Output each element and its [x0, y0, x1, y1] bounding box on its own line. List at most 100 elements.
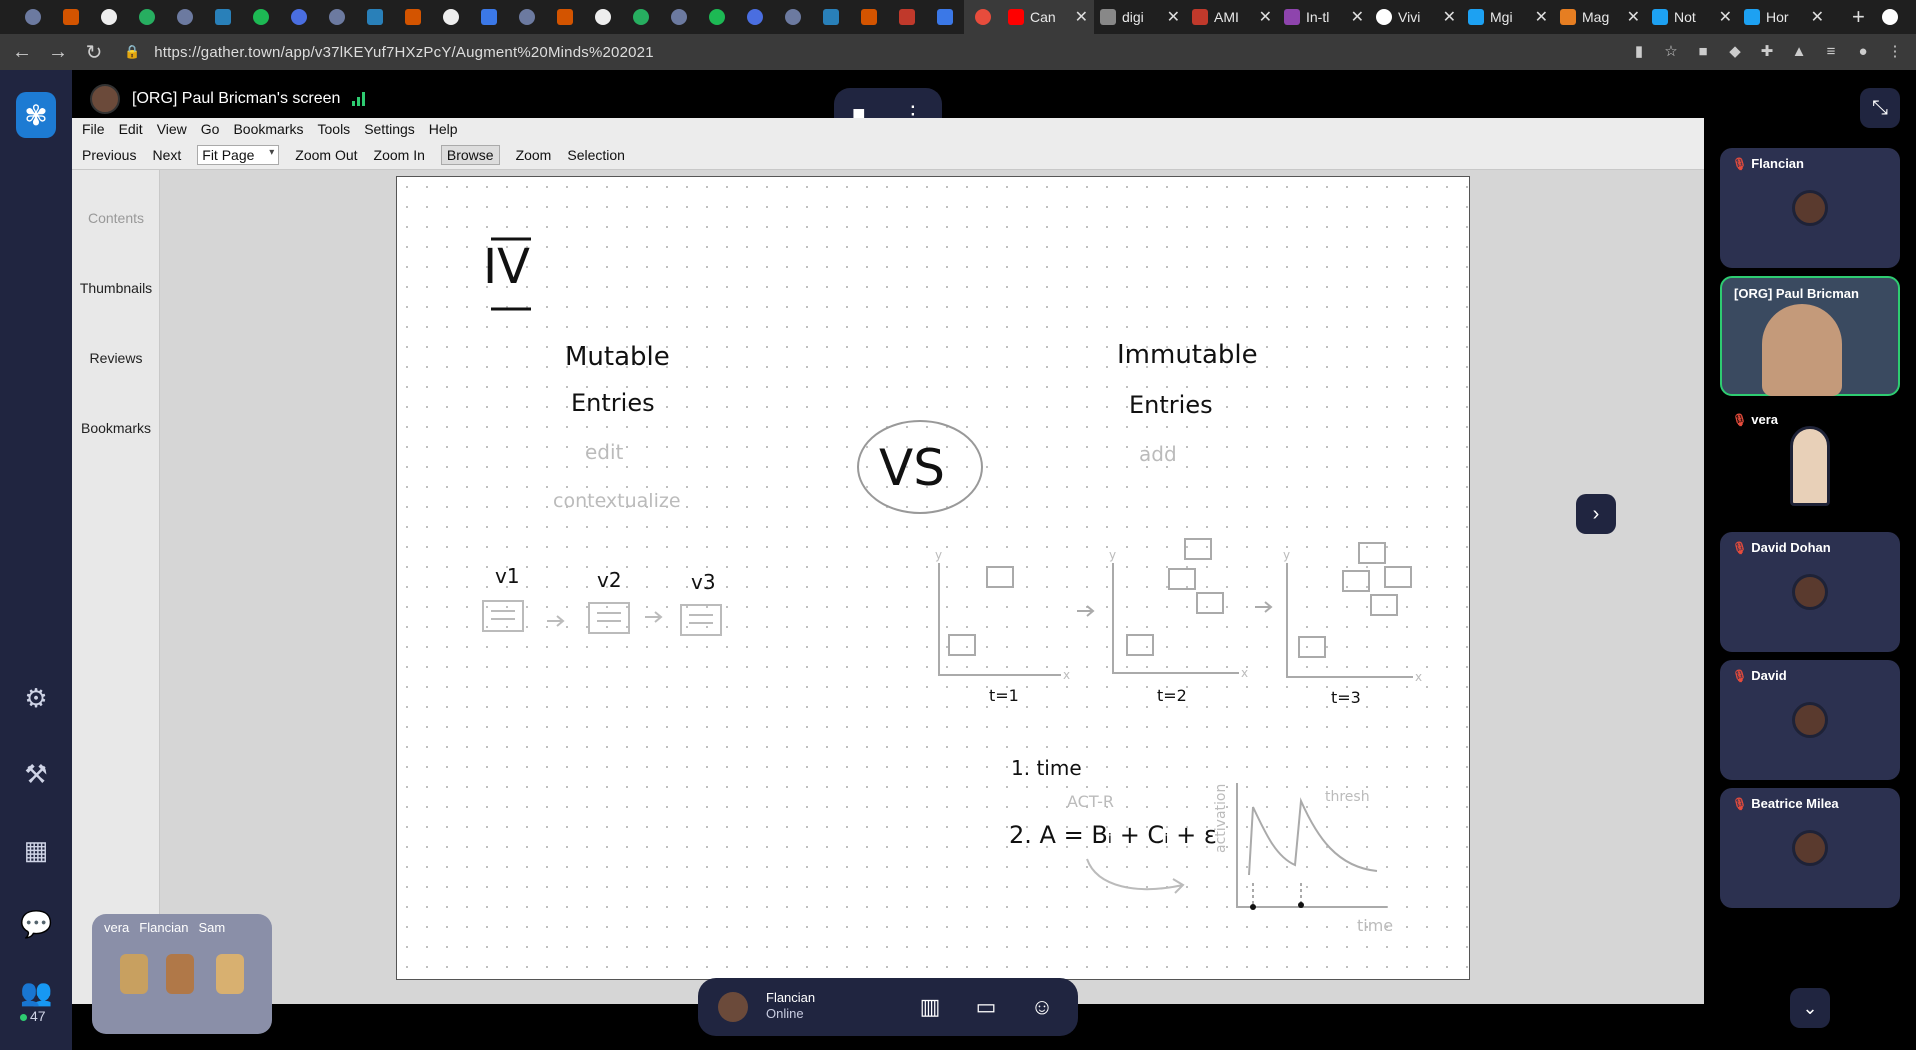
back-arrow-icon[interactable]: ← — [8, 41, 36, 64]
menu-bookmarks[interactable]: Bookmarks — [233, 121, 303, 137]
pinned-tab[interactable] — [318, 0, 356, 34]
emoji-icon[interactable]: ☺ — [1028, 993, 1056, 1021]
pinned-tab[interactable] — [280, 0, 318, 34]
puzzle-icon[interactable]: ✚ — [1758, 43, 1776, 61]
pinned-tab[interactable] — [356, 0, 394, 34]
minimize-screen-button[interactable]: ⤡ — [1860, 88, 1900, 128]
star-icon[interactable]: ☆ — [1662, 43, 1680, 61]
playlist-icon[interactable]: ≡ — [1822, 43, 1840, 61]
gather-logo-icon[interactable]: ✾ — [16, 92, 56, 138]
browser-tab[interactable]: Mgi ✕ — [1462, 0, 1554, 34]
pinned-tab[interactable] — [812, 0, 850, 34]
close-icon[interactable]: ✕ — [1719, 7, 1732, 27]
calendar-icon[interactable]: ▦ — [20, 834, 52, 866]
pinned-tab[interactable] — [204, 0, 242, 34]
new-tab-plus-icon[interactable]: + — [1852, 4, 1865, 30]
browser-tab[interactable]: AMI ✕ — [1186, 0, 1278, 34]
gear-icon[interactable]: ⚙ — [20, 682, 52, 714]
side-tab-contents[interactable]: Contents — [72, 210, 160, 226]
browser-tab[interactable]: Hor ✕ — [1738, 0, 1830, 34]
pinned-tab[interactable] — [584, 0, 622, 34]
close-icon[interactable]: ✕ — [1443, 7, 1456, 27]
browser-tab[interactable]: Mag ✕ — [1554, 0, 1646, 34]
pinned-tab[interactable] — [470, 0, 508, 34]
map-icon[interactable]: ▥ — [916, 993, 944, 1021]
browser-tab[interactable]: digi ✕ — [1094, 0, 1186, 34]
pinned-tab[interactable] — [128, 0, 166, 34]
pinned-tab[interactable] — [166, 0, 204, 34]
pinned-tab[interactable] — [698, 0, 736, 34]
url-field[interactable]: https://gather.town/app/v37lKEYuf7HXzPcY… — [154, 44, 654, 61]
profile-icon[interactable] — [1882, 9, 1898, 25]
menu-go[interactable]: Go — [201, 121, 220, 137]
menu-edit[interactable]: Edit — [119, 121, 143, 137]
pinned-tab[interactable] — [926, 0, 964, 34]
pinned-tab[interactable] — [52, 0, 90, 34]
side-tab-reviews[interactable]: Reviews — [72, 350, 160, 366]
extension-icon[interactable]: ◆ — [1726, 43, 1744, 61]
zoom-button[interactable]: Zoom — [516, 147, 552, 163]
close-icon[interactable]: ✕ — [1351, 7, 1364, 27]
close-icon[interactable]: ✕ — [1259, 7, 1272, 27]
menu-help[interactable]: Help — [429, 121, 458, 137]
next-page-button[interactable]: › — [1576, 494, 1616, 534]
fit-page-select[interactable]: Fit Page ▾ — [197, 144, 280, 165]
close-icon[interactable]: ✕ — [1627, 7, 1640, 27]
menu-file[interactable]: File — [82, 121, 105, 137]
close-icon[interactable]: ✕ — [1535, 7, 1548, 27]
close-icon[interactable]: ✕ — [1075, 7, 1088, 27]
my-status[interactable]: Online — [766, 1006, 804, 1021]
browse-button[interactable]: Browse — [440, 144, 500, 165]
people-icon[interactable]: 👥 — [20, 976, 52, 1008]
close-icon[interactable]: ✕ — [1167, 7, 1180, 27]
pinned-tab[interactable] — [774, 0, 812, 34]
menu-view[interactable]: View — [157, 121, 187, 137]
hammer-icon[interactable]: ⚒ — [20, 758, 52, 790]
browser-tab[interactable]: Can ✕ — [1002, 0, 1094, 34]
minimap[interactable]: vera Flancian Sam — [92, 914, 272, 1034]
browser-tab[interactable]: Vivi ✕ — [1370, 0, 1462, 34]
pinned-tab[interactable] — [432, 0, 470, 34]
previous-button[interactable]: Previous — [82, 147, 136, 163]
more-vertical-icon[interactable]: ⋮ — [1886, 43, 1904, 61]
close-icon[interactable]: ✕ — [1811, 7, 1824, 27]
participant-card[interactable]: 🎙 Flancian — [1720, 148, 1900, 268]
pinned-tab[interactable] — [508, 0, 546, 34]
camera-off-icon[interactable]: ▮ — [1630, 43, 1648, 61]
participant-card[interactable]: 🎙 David Dohan — [1720, 532, 1900, 652]
pinned-tab[interactable] — [888, 0, 926, 34]
pinned-tab[interactable] — [660, 0, 698, 34]
pinned-tab[interactable] — [850, 0, 888, 34]
side-tab-bookmarks[interactable]: Bookmarks — [72, 420, 160, 436]
reload-icon[interactable]: ↻ — [80, 40, 108, 65]
pinned-tab[interactable] — [242, 0, 280, 34]
next-button[interactable]: Next — [152, 147, 181, 163]
zoom-out-button[interactable]: Zoom Out — [295, 147, 357, 163]
participant-card[interactable]: 🎙 David — [1720, 660, 1900, 780]
pinned-tab-active[interactable] — [964, 0, 1002, 34]
zoom-in-button[interactable]: Zoom In — [374, 147, 425, 163]
forward-arrow-icon[interactable]: → — [44, 41, 72, 64]
pinned-tab[interactable] — [736, 0, 774, 34]
extension-icon[interactable]: ■ — [1694, 43, 1712, 61]
browser-tab[interactable]: Not ✕ — [1646, 0, 1738, 34]
participant-list-scroll-down-button[interactable]: ⌄ — [1790, 988, 1830, 1028]
menu-settings[interactable]: Settings — [364, 121, 415, 137]
participant-card[interactable]: 🎙 vera — [1720, 404, 1900, 524]
side-tab-thumbnails[interactable]: Thumbnails — [72, 280, 160, 296]
menu-tools[interactable]: Tools — [318, 121, 351, 137]
browser-tab[interactable]: In-tl ✕ — [1278, 0, 1370, 34]
pinned-tab[interactable] — [14, 0, 52, 34]
participant-card[interactable]: 🎙 Beatrice Milea — [1720, 788, 1900, 908]
pinned-tab[interactable] — [90, 0, 128, 34]
pinned-tab[interactable] — [546, 0, 584, 34]
selection-button[interactable]: Selection — [567, 147, 625, 163]
pinned-tab[interactable] — [394, 0, 432, 34]
participant-card-video[interactable]: [ORG] Paul Bricman — [1720, 276, 1900, 396]
flask-icon[interactable]: ▲ — [1790, 43, 1808, 61]
avatar[interactable] — [718, 992, 748, 1022]
screen-share-icon[interactable]: ▭ — [972, 993, 1000, 1021]
account-icon[interactable]: ● — [1854, 43, 1872, 61]
chat-icon[interactable]: 💬 — [20, 908, 52, 940]
pinned-tab[interactable] — [622, 0, 660, 34]
